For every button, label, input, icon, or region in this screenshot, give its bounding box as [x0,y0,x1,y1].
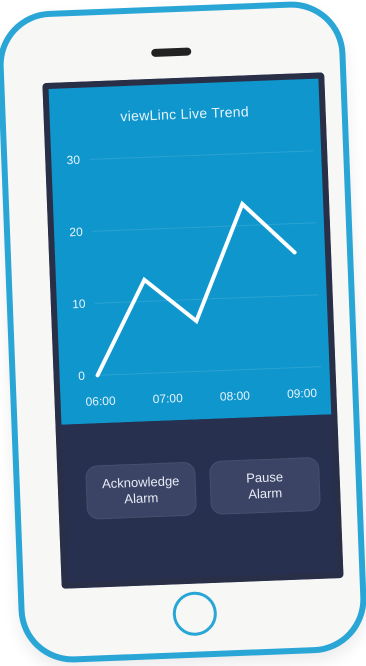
y-tick-label: 30 [66,153,80,168]
y-tick-label: 0 [78,369,86,383]
pause-alarm-button[interactable]: Pause Alarm [208,456,321,516]
y-tick-label: 10 [72,297,86,312]
gridline [92,222,316,232]
y-tick-label: 20 [69,225,83,240]
trend-chart-svg: 30 20 10 0 06:00 07:00 08:00 09:00 [66,150,322,409]
live-trend-chart: 30 20 10 0 06:00 07:00 08:00 09:00 viewLinc Liv… [48,78,332,425]
speaker-grille [151,47,192,57]
x-tick-label: 09:00 [287,386,318,401]
pause-alarm-label: Pause Alarm [245,469,284,502]
acknowledge-alarm-button[interactable]: Acknowledge Alarm [85,461,198,520]
alarm-actions-panel: Acknowledge Alarm Pause Alarm [61,414,338,583]
acknowledge-alarm-label: Acknowledge Alarm [101,473,180,507]
phone-device: 30 20 10 0 06:00 07:00 08:00 09:00 viewLinc Liv… [0,0,366,665]
phone-screen: 30 20 10 0 06:00 07:00 08:00 09:00 viewLinc Liv… [42,72,344,589]
x-tick-label: 08:00 [220,388,251,403]
trend-series-line [95,200,297,378]
gridline [89,150,314,160]
x-tick-label: 07:00 [152,391,183,406]
gridline [97,366,322,376]
x-tick-label: 06:00 [85,394,116,409]
phone-body: 30 20 10 0 06:00 07:00 08:00 09:00 viewLinc Liv… [1,5,363,659]
home-button[interactable] [171,590,218,637]
